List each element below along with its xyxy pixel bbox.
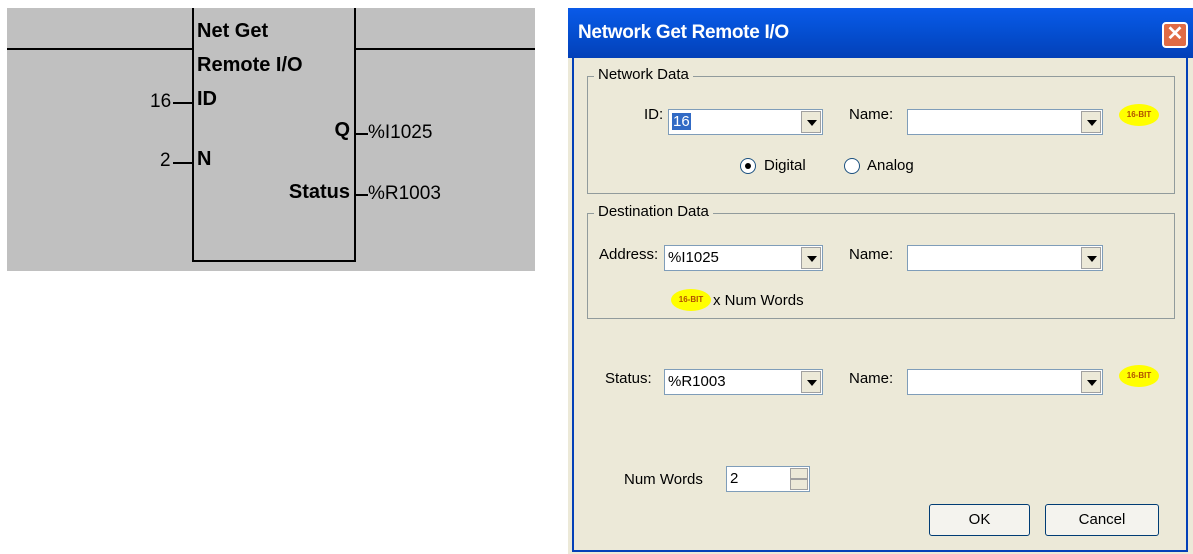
close-icon[interactable]: ✕	[1162, 22, 1188, 48]
network-data-label: Network Data	[594, 66, 693, 83]
num-words-value: 2	[730, 470, 739, 487]
status-label: Status:	[605, 370, 652, 387]
output-status-label: Status	[288, 181, 350, 203]
net-get-function-block[interactable]: Net Get Remote I/O ID N Q Status	[192, 8, 356, 262]
network-name-combo[interactable]	[907, 109, 1103, 135]
digital-radio[interactable]	[740, 158, 756, 174]
output-q-value: %I1025	[368, 122, 433, 143]
input-n-value: 2	[160, 150, 171, 171]
rung-left-line	[7, 48, 192, 50]
analog-radio[interactable]	[844, 158, 860, 174]
num-words-label: Num Words	[624, 471, 703, 488]
rung-right-line	[356, 48, 535, 50]
digital-radio-label[interactable]: Digital	[764, 157, 806, 174]
block-title-line1: Net Get	[197, 20, 269, 42]
input-n-pin	[173, 162, 192, 164]
output-status-value: %R1003	[368, 183, 441, 204]
network-data-group: Network Data	[587, 66, 1175, 194]
num-words-stepper[interactable]: 2	[726, 466, 810, 492]
id-value: 16	[672, 113, 691, 130]
cancel-button[interactable]: Cancel	[1045, 504, 1159, 536]
status-dropdown-icon[interactable]	[801, 371, 821, 393]
status-combo[interactable]: %R1003	[664, 369, 823, 395]
dialog-title: Network Get Remote I/O	[578, 22, 789, 43]
destination-name-label: Name:	[849, 246, 894, 263]
status-name-label: Name:	[849, 370, 894, 387]
input-id-pin	[173, 102, 192, 104]
block-title-line2: Remote I/O	[197, 54, 303, 76]
stepper-down-icon[interactable]	[790, 479, 808, 490]
output-q-label: Q	[334, 119, 350, 141]
destination-16bit-badge: 16-BIT	[671, 289, 711, 311]
address-dropdown-icon[interactable]	[801, 247, 821, 269]
ladder-diagram-panel: Net Get Remote I/O ID N Q Status 16 2 %I…	[7, 8, 535, 271]
output-q-pin	[356, 133, 368, 135]
id-dropdown-icon[interactable]	[801, 111, 821, 133]
dialog-titlebar[interactable]: Network Get Remote I/O ✕	[568, 8, 1193, 58]
status-name-combo[interactable]	[907, 369, 1103, 395]
input-id-value: 16	[150, 91, 172, 112]
input-id-label: ID	[197, 88, 217, 110]
destination-name-dropdown-icon[interactable]	[1081, 247, 1101, 269]
input-n-label: N	[197, 148, 212, 170]
status-name-dropdown-icon[interactable]	[1081, 371, 1101, 393]
network-16bit-badge: 16-BIT	[1119, 104, 1159, 126]
address-value: %I1025	[668, 249, 719, 266]
num-words-note: x Num Words	[713, 292, 804, 309]
address-combo[interactable]: %I1025	[664, 245, 823, 271]
ok-button[interactable]: OK	[929, 504, 1030, 536]
status-value: %R1003	[668, 373, 726, 390]
network-name-dropdown-icon[interactable]	[1081, 111, 1101, 133]
destination-data-label: Destination Data	[594, 203, 713, 220]
status-16bit-badge: 16-BIT	[1119, 365, 1159, 387]
output-status-pin	[356, 194, 368, 196]
id-combo[interactable]: 16	[668, 109, 823, 135]
analog-radio-label[interactable]: Analog	[867, 157, 914, 174]
address-label: Address:	[599, 246, 659, 263]
stepper-up-icon[interactable]	[790, 468, 808, 479]
network-get-remote-io-dialog: Network Get Remote I/O ✕ Network Data ID…	[568, 8, 1193, 554]
network-name-label: Name:	[849, 106, 894, 123]
id-label: ID:	[644, 106, 664, 123]
destination-name-combo[interactable]	[907, 245, 1103, 271]
